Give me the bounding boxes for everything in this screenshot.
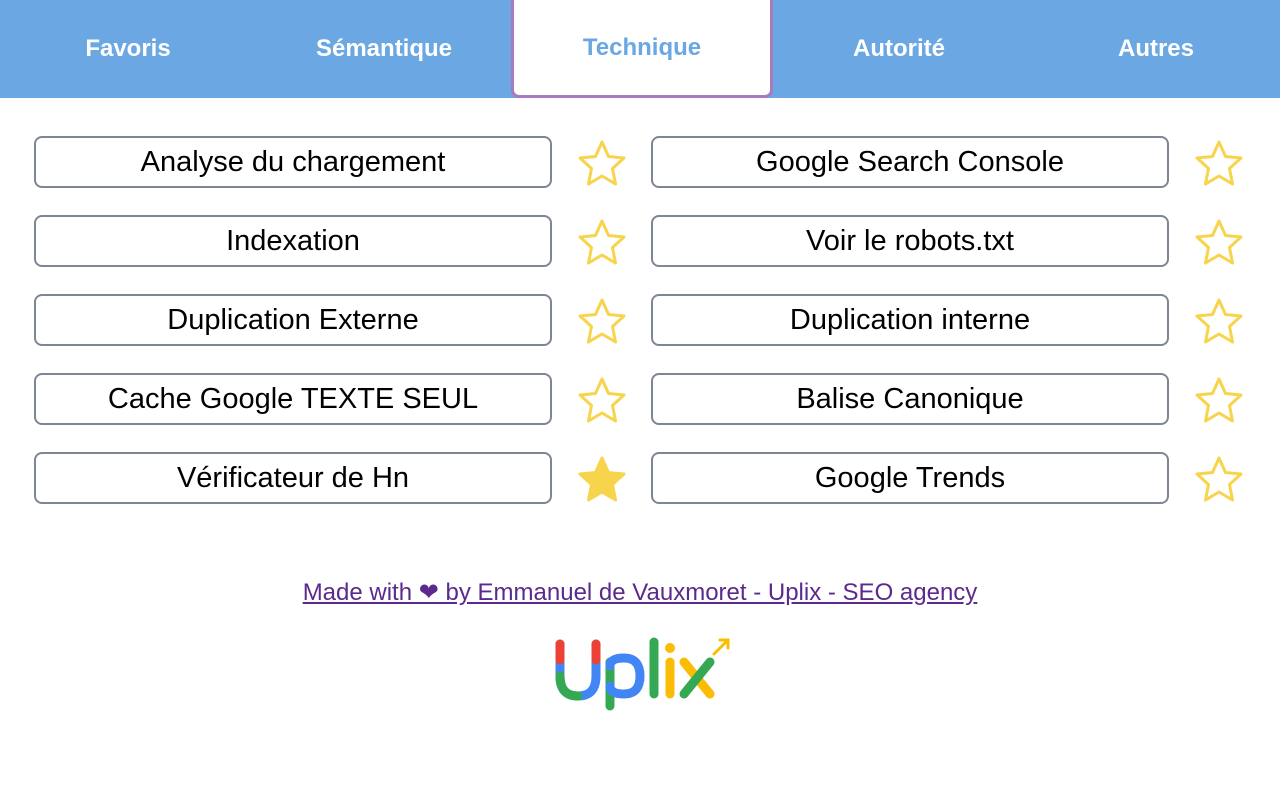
star-outline-icon[interactable] (1192, 296, 1246, 348)
tab-autorite[interactable]: Autorité (771, 0, 1027, 98)
tab-semantique[interactable]: Sémantique (256, 0, 512, 98)
star-outline-icon[interactable] (1192, 217, 1246, 269)
star-outline-icon[interactable] (575, 217, 629, 269)
star-outline-icon[interactable] (1192, 138, 1246, 190)
star-outline-icon[interactable] (1192, 375, 1246, 427)
tool-button-duplication-externe[interactable]: Duplication Externe (34, 294, 552, 346)
tool-button-balise-canonique[interactable]: Balise Canonique (651, 373, 1169, 425)
tool-button-indexation[interactable]: Indexation (34, 215, 552, 267)
tab-bar: Favoris Sémantique Technique Autorité Au… (0, 0, 1280, 98)
tool-button-verificateur-hn[interactable]: Vérificateur de Hn (34, 452, 552, 504)
tab-technique[interactable]: Technique (511, 0, 773, 98)
star-outline-icon[interactable] (575, 296, 629, 348)
tool-button-duplication-interne[interactable]: Duplication interne (651, 294, 1169, 346)
uplix-logo (555, 637, 730, 711)
tool-button-cache-google[interactable]: Cache Google TEXTE SEUL (34, 373, 552, 425)
credit-link[interactable]: Made with ❤ by Emmanuel de Vauxmoret - U… (0, 578, 1280, 607)
star-outline-icon[interactable] (575, 375, 629, 427)
tool-button-google-trends[interactable]: Google Trends (651, 452, 1169, 504)
tab-favoris[interactable]: Favoris (0, 0, 256, 98)
star-filled-icon[interactable] (575, 454, 629, 506)
tool-button-robots-txt[interactable]: Voir le robots.txt (651, 215, 1169, 267)
star-outline-icon[interactable] (575, 138, 629, 190)
tool-button-google-search-console[interactable]: Google Search Console (651, 136, 1169, 188)
tab-autres[interactable]: Autres (1028, 0, 1280, 98)
star-outline-icon[interactable] (1192, 454, 1246, 506)
tool-button-analyse-chargement[interactable]: Analyse du chargement (34, 136, 552, 188)
